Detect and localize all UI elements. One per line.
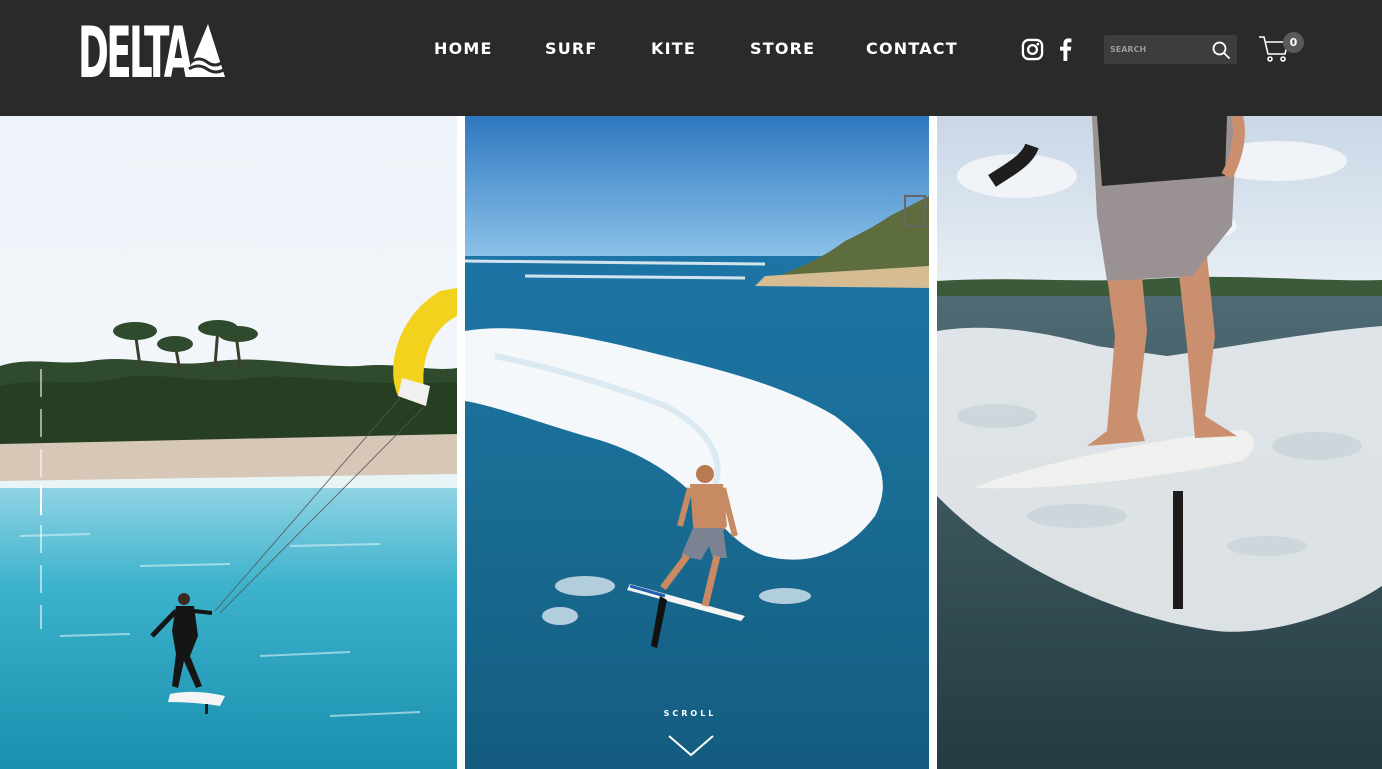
search-button[interactable] [1212,41,1230,59]
facebook-icon [1060,38,1072,61]
slide-progress-indicator [40,369,42,629]
wake-foil-photo [937,116,1382,769]
nav-kite[interactable]: KITE [651,40,696,58]
cart-count-badge: 0 [1283,32,1304,53]
surf-foil-photo [465,116,929,769]
nav-contact[interactable]: CONTACT [866,40,958,58]
scroll-down-button[interactable] [667,734,715,758]
scroll-label: SCROLL [663,709,717,718]
search-input[interactable] [1110,41,1206,58]
facebook-link[interactable] [1058,38,1072,66]
nav-surf[interactable]: SURF [545,40,598,58]
hero-panel-kite[interactable] [0,116,457,769]
hero-panel-surf[interactable] [465,116,929,769]
delta-logo-icon: DELTA [78,12,226,94]
chevron-down-icon [668,735,714,757]
svg-text:DELTA: DELTA [78,22,193,78]
kite-foil-photo [0,116,457,769]
hero-panel-wake[interactable] [937,116,1382,769]
nav-store[interactable]: STORE [750,40,815,58]
logo[interactable]: DELTA [78,12,226,94]
nav-home[interactable]: HOME [434,40,493,58]
site-header: DELTA HOME SURF KITE STORE CONTACT SEARC… [0,0,1382,116]
search-box [1104,35,1237,64]
instagram-link[interactable] [1021,38,1044,66]
instagram-icon [1021,38,1044,61]
search-icon [1212,41,1230,59]
